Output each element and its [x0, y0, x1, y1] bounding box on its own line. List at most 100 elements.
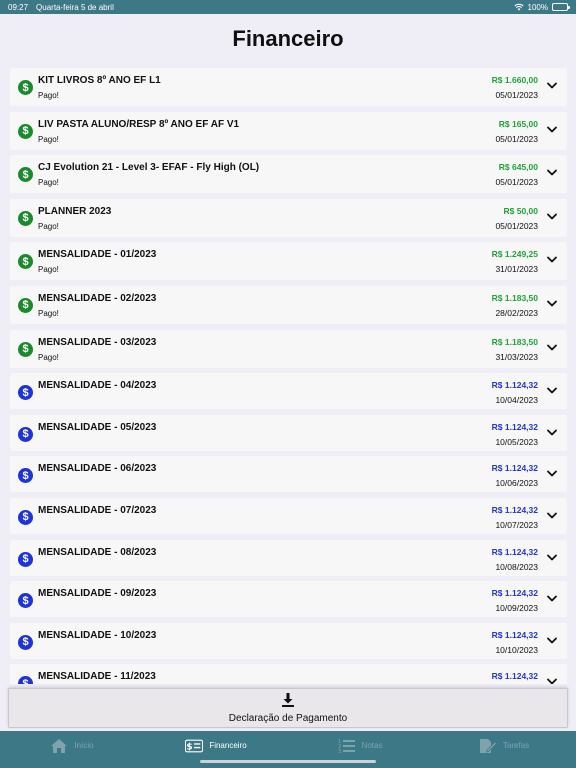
- item-value: R$ 1.124,32: [491, 629, 538, 640]
- item-status: Pago!: [38, 308, 59, 318]
- item-title: PLANNER 2023: [38, 205, 112, 217]
- status-bar: 09:27 Quarta-feira 5 de abril 100%: [0, 0, 576, 14]
- dollar-icon: $: [18, 426, 33, 442]
- item-title: MENSALIDADE - 03/2023: [38, 336, 157, 348]
- list-item[interactable]: $ MENSALIDADE - 10/2023 R$ 1.124,32 10/10/2…: [10, 622, 567, 659]
- chevron-down-icon[interactable]: [547, 387, 557, 395]
- chevron-down-icon[interactable]: [547, 126, 557, 134]
- item-value: R$ 645,00: [498, 162, 538, 173]
- battery-icon: [552, 3, 570, 11]
- chevron-down-icon[interactable]: [547, 429, 557, 437]
- item-value: R$ 1.124,32: [491, 421, 538, 432]
- item-title: MENSALIDADE - 04/2023: [38, 380, 157, 392]
- chevron-down-icon[interactable]: [547, 82, 557, 90]
- list-item[interactable]: $ MENSALIDADE - 06/2023 R$ 1.124,32 10/06/2…: [10, 456, 567, 493]
- item-value: R$ 1.249,25: [491, 249, 538, 260]
- item-title: KIT LIVROS 8º ANO EF L1: [38, 75, 161, 86]
- list-item[interactable]: $ MENSALIDADE - 03/2023 Pago! R$ 1.183,50 31…: [10, 329, 567, 368]
- list-item[interactable]: $ MENSALIDADE - 08/2023 R$ 1.124,32 10/08/2…: [10, 539, 567, 576]
- home-icon: [51, 738, 68, 753]
- payment-declaration-button[interactable]: Declaração de Pagamento: [8, 688, 568, 728]
- page-title: Financeiro: [232, 26, 344, 51]
- item-date: 31/03/2023: [495, 351, 538, 362]
- battery-percent: 100%: [527, 2, 548, 12]
- chevron-down-icon[interactable]: [547, 169, 557, 177]
- item-texts: MENSALIDADE - 06/2023: [38, 463, 156, 474]
- item-date: 10/05/2023: [495, 436, 538, 447]
- item-amounts: R$ 1.124,32 10/09/2023: [492, 588, 538, 613]
- item-amounts: R$ 1.124,32: [492, 671, 538, 681]
- list-item[interactable]: $ MENSALIDADE - 01/2023 Pago! R$ 1.249,25 31…: [10, 242, 567, 281]
- item-value: R$ 50,00: [503, 205, 539, 216]
- item-status: Pago!: [38, 134, 59, 144]
- item-value: R$ 1.124,32: [491, 546, 538, 557]
- dollar-icon: $: [18, 551, 33, 567]
- item-status: Pago!: [38, 265, 59, 275]
- edit-icon: [479, 738, 497, 753]
- item-date: 10/04/2023: [495, 395, 538, 406]
- chevron-down-icon[interactable]: [547, 678, 557, 684]
- item-title: MENSALIDADE - 09/2023: [38, 588, 157, 600]
- item-value: R$ 1.124,32: [491, 588, 538, 599]
- item-value: R$ 1.183,50: [491, 336, 538, 347]
- item-texts: CJ Evolution 21 - Level 3- EFAF - Fly Hi…: [38, 162, 259, 187]
- list-item[interactable]: $ MENSALIDADE - 05/2023 R$ 1.124,32 10/05/2…: [10, 414, 567, 451]
- item-amounts: R$ 1.660,00 05/01/2023: [492, 75, 538, 100]
- tab-inicio[interactable]: Início: [0, 731, 144, 768]
- item-value: R$ 165,00: [498, 118, 538, 129]
- item-texts: PLANNER 2023 Pago!: [38, 206, 111, 231]
- chevron-down-icon[interactable]: [547, 470, 557, 478]
- item-value: R$ 1.124,32: [491, 463, 538, 474]
- item-date: 31/01/2023: [495, 264, 538, 275]
- svg-text:3: 3: [338, 749, 341, 754]
- item-texts: MENSALIDADE - 05/2023: [38, 422, 156, 433]
- chevron-down-icon[interactable]: [547, 595, 557, 603]
- dollar-icon: $: [18, 167, 33, 183]
- item-date: 05/01/2023: [495, 90, 538, 100]
- list-item[interactable]: $ LIV PASTA ALUNO/RESP 8º ANO EF AF V1 Pag…: [10, 111, 567, 150]
- item-value: R$ 1.124,32: [491, 671, 538, 682]
- payment-declaration-label: Declaração de Pagamento: [228, 712, 348, 724]
- item-value: R$ 1.183,50: [491, 292, 538, 303]
- money-icon: $: [185, 739, 204, 752]
- dollar-icon: $: [18, 210, 33, 226]
- list-item[interactable]: $ MENSALIDADE - 07/2023 R$ 1.124,32 10/07/2…: [10, 497, 567, 534]
- item-title: MENSALIDADE - 01/2023: [38, 249, 157, 261]
- item-date: 10/09/2023: [495, 603, 538, 614]
- item-title: MENSALIDADE - 02/2023: [38, 292, 157, 304]
- dollar-icon: $: [18, 254, 33, 270]
- chevron-down-icon[interactable]: [547, 554, 557, 562]
- list-item[interactable]: $ MENSALIDADE - 02/2023 Pago! R$ 1.183,50 28…: [10, 285, 567, 324]
- dollar-icon: $: [18, 593, 33, 609]
- dollar-icon: $: [18, 468, 33, 484]
- item-value: R$ 1.660,00: [491, 75, 538, 85]
- item-texts: MENSALIDADE - 04/2023: [38, 380, 156, 391]
- item-title: CJ Evolution 21 - Level 3- EFAF - Fly Hi…: [38, 162, 260, 174]
- tab-label: Financeiro: [209, 741, 247, 750]
- item-status: Pago!: [38, 91, 59, 100]
- tab-tarefas[interactable]: Tarefas: [432, 731, 576, 768]
- financial-list[interactable]: $ KIT LIVROS 8º ANO EF L1 Pago! R$ 1.660,00…: [10, 68, 567, 684]
- chevron-down-icon[interactable]: [547, 213, 557, 221]
- chevron-down-icon[interactable]: [547, 512, 557, 520]
- chevron-down-icon[interactable]: [547, 344, 557, 352]
- dollar-icon: $: [18, 385, 33, 401]
- list-item[interactable]: $ CJ Evolution 21 - Level 3- EFAF - Fly H…: [10, 155, 567, 194]
- list-item[interactable]: $ PLANNER 2023 Pago! R$ 50,00 05/01/2023: [10, 198, 567, 237]
- item-texts: MENSALIDADE - 10/2023: [38, 630, 156, 641]
- list-item[interactable]: $ MENSALIDADE - 11/2023 R$ 1.124,32: [10, 664, 567, 684]
- item-amounts: R$ 165,00 05/01/2023: [495, 119, 538, 144]
- chevron-down-icon[interactable]: [547, 256, 557, 264]
- chevron-down-icon[interactable]: [547, 300, 557, 308]
- item-amounts: R$ 1.124,32 10/10/2023: [492, 630, 538, 655]
- item-date: 10/07/2023: [495, 519, 538, 530]
- item-amounts: R$ 1.183,50 28/02/2023: [492, 293, 538, 318]
- svg-text:$: $: [187, 742, 193, 752]
- item-date: 10/10/2023: [495, 644, 538, 655]
- list-item[interactable]: $ MENSALIDADE - 04/2023 R$ 1.124,32 10/04/2…: [10, 373, 567, 410]
- list-item[interactable]: $ MENSALIDADE - 09/2023 R$ 1.124,32 10/09/2…: [10, 581, 567, 618]
- dollar-icon: $: [18, 80, 33, 95]
- chevron-down-icon[interactable]: [547, 637, 557, 645]
- list-item[interactable]: $ KIT LIVROS 8º ANO EF L1 Pago! R$ 1.660,00…: [10, 68, 567, 106]
- item-date: 28/02/2023: [495, 307, 538, 318]
